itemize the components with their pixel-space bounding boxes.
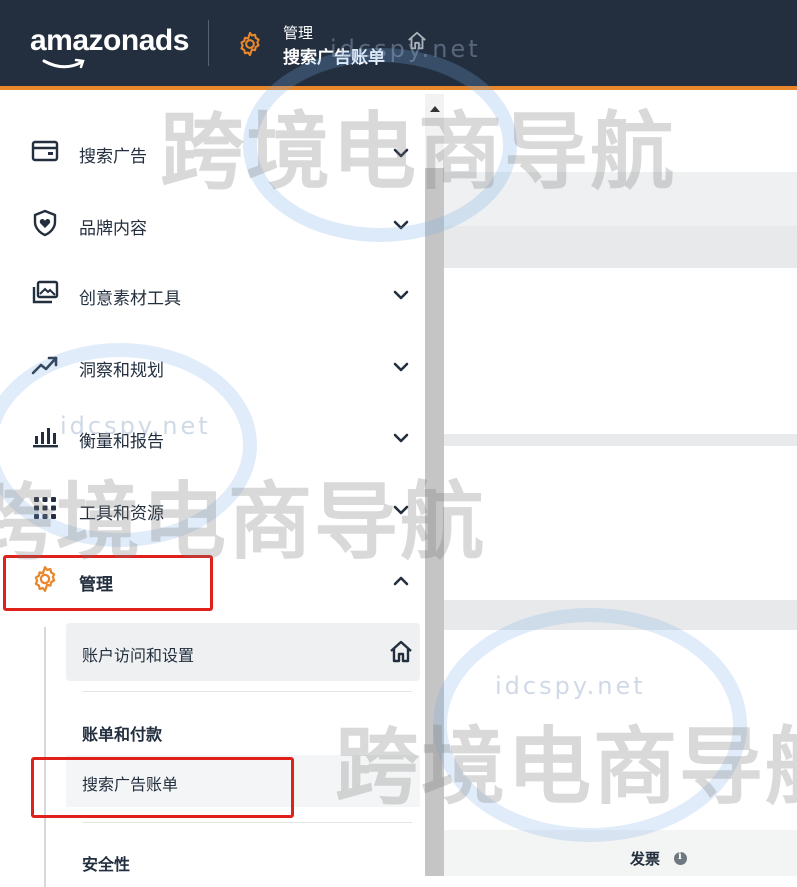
sidebar-item-measurement[interactable]: 衡量和报告	[0, 407, 425, 467]
trend-chart-icon	[31, 356, 58, 375]
breadcrumb-parent[interactable]: 管理	[283, 22, 313, 43]
scrollbar-top	[425, 94, 444, 168]
chevron-down-icon[interactable]	[392, 144, 410, 162]
wallet-icon	[31, 140, 59, 162]
content-panel	[444, 446, 797, 601]
billing-group-title: 账单和付款	[82, 725, 163, 744]
submenu-divider	[82, 822, 412, 823]
sidebar-item-label: 衡量和报告	[79, 432, 164, 452]
bar-chart-icon	[33, 428, 58, 448]
home-icon[interactable]	[388, 639, 414, 665]
top-header: amazonads 管理 搜索广告账单	[0, 0, 797, 90]
sidebar-item-label: 洞察和规划	[79, 361, 164, 381]
sidebar-scrollbar[interactable]	[425, 94, 444, 876]
table-column-header: 发票	[444, 830, 797, 876]
highlight-box-billing	[31, 757, 294, 818]
page-title: 搜索广告账单	[283, 48, 385, 68]
home-icon[interactable]	[406, 30, 428, 52]
sidebar-item-insights[interactable]: 洞察和规划	[0, 336, 425, 396]
sidebar-item-search-ads[interactable]: 搜索广告	[0, 122, 425, 182]
content-band	[444, 600, 797, 630]
sidebar-item-label: 工具和资源	[79, 504, 164, 524]
submenu-divider	[82, 691, 412, 692]
grid-icon	[34, 497, 56, 519]
chevron-down-icon[interactable]	[392, 429, 410, 447]
sidebar-item-creative-tools[interactable]: 创意素材工具	[0, 264, 425, 324]
content-panel	[444, 268, 797, 434]
info-icon[interactable]	[674, 851, 687, 865]
content-panel	[444, 630, 797, 830]
sidebar-item-label: 创意素材工具	[79, 289, 181, 309]
header-divider	[208, 20, 209, 66]
highlight-box-admin	[3, 555, 213, 611]
sidebar-item-label: 搜索广告	[79, 147, 147, 167]
submenu-item-account-access[interactable]: 账户访问和设置	[66, 623, 420, 681]
content-band	[444, 434, 797, 446]
amazon-ads-logo[interactable]: amazonads	[30, 24, 189, 58]
main-content: 发票	[444, 94, 797, 876]
chevron-down-icon[interactable]	[392, 286, 410, 304]
submenu-item-label: 账户访问和设置	[82, 646, 195, 665]
chevron-down-icon[interactable]	[392, 358, 410, 376]
sidebar-item-tools-resources[interactable]: 工具和资源	[0, 479, 425, 539]
gear-icon	[240, 31, 260, 57]
chevron-down-icon[interactable]	[392, 501, 410, 519]
scroll-up-arrow-icon[interactable]	[430, 106, 440, 112]
sidebar-item-label: 品牌内容	[79, 219, 147, 239]
content-panel	[444, 94, 797, 172]
invoice-column-label[interactable]: 发票	[630, 848, 660, 869]
shield-heart-icon	[33, 209, 57, 237]
logo-smile-arrow	[42, 58, 85, 69]
chevron-down-icon[interactable]	[392, 216, 410, 234]
chevron-up-icon[interactable]	[392, 572, 410, 590]
content-band	[444, 226, 797, 268]
sidebar-item-brand-content[interactable]: 品牌内容	[0, 194, 425, 254]
image-gallery-icon	[32, 280, 59, 304]
security-group-title: 安全性	[82, 855, 131, 874]
